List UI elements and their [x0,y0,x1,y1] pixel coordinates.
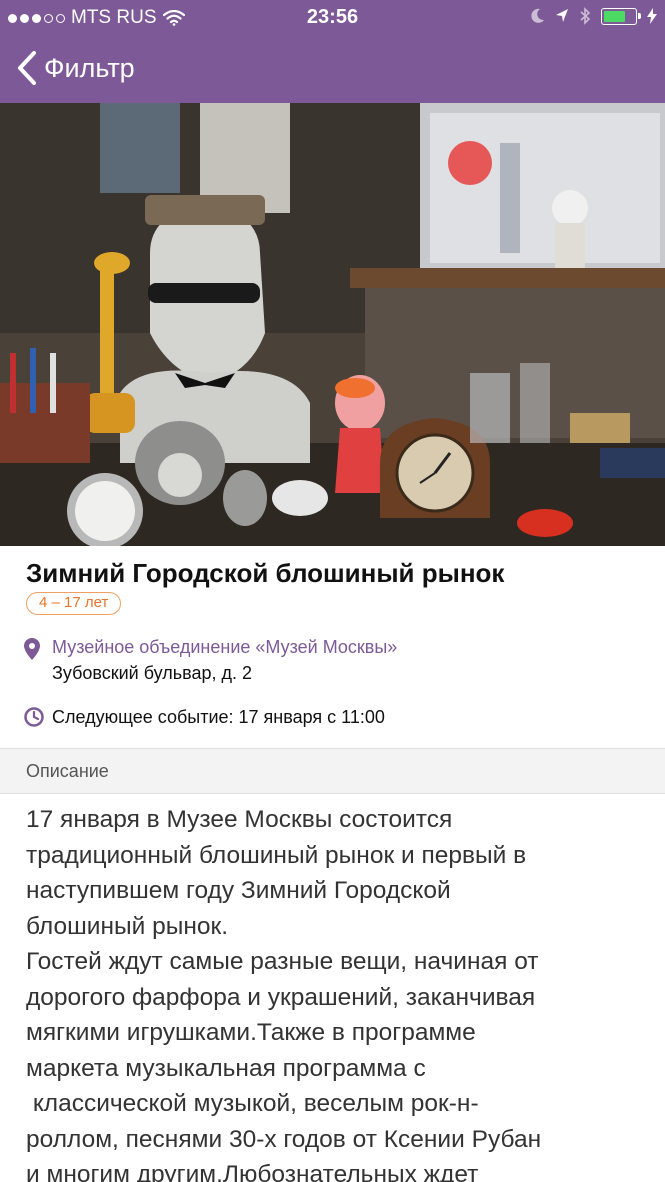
venue-address: Зубовский бульвар, д. 2 [52,663,253,683]
description-header-label: Описание [26,761,109,781]
back-button[interactable]: Фильтр [16,50,135,86]
description-text: 17 января в Музее Москвы состоится тради… [26,806,542,1182]
event-title: Зимний Городской блошиный рынок [26,558,505,588]
battery-icon [601,7,641,25]
nav-bar: Фильтр [0,36,665,103]
status-bar: MTS RUS 23:56 [0,0,665,36]
event-photo [0,103,665,546]
next-event-text: Следующее событие: 17 января с 11:00 [52,707,385,727]
age-badge: 4 – 17 лет [26,592,122,615]
location-arrow-icon [556,9,568,22]
back-button-label: Фильтр [44,52,135,83]
moon-icon [531,8,544,23]
description-section-header: Описание [0,748,665,794]
chevron-left-icon [18,51,36,85]
venue-link[interactable]: Музейное объединение «Музей Москвы» [52,637,397,658]
battery-level [604,10,625,22]
clock-icon [24,707,44,727]
charging-bolt-icon [647,8,657,24]
status-right [531,7,657,25]
location-pin-icon [24,638,40,660]
bluetooth-icon [580,7,591,25]
